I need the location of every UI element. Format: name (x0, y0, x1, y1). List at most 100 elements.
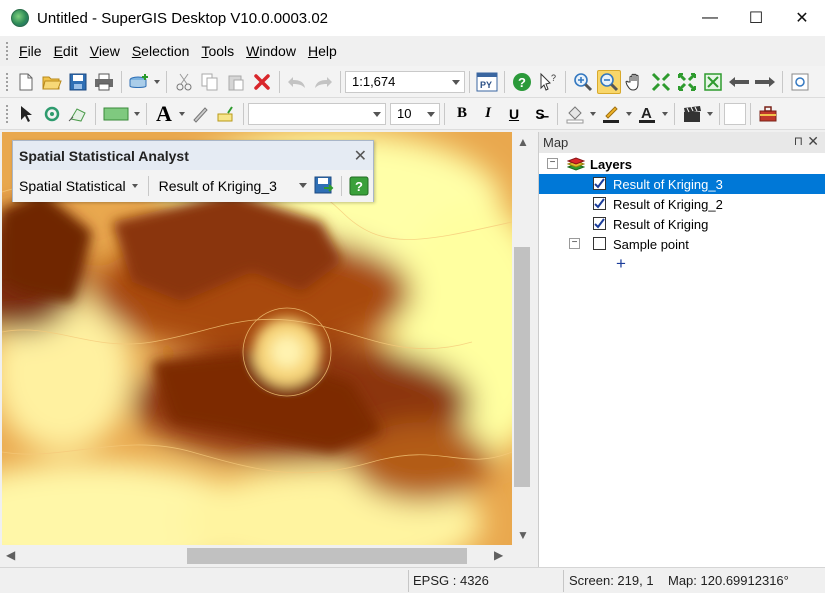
layer-checkbox[interactable] (593, 217, 606, 230)
line-color-dropdown-icon[interactable] (626, 111, 632, 116)
map-horizontal-scrollbar[interactable]: ◀ ▶ (2, 545, 512, 567)
svg-text:?: ? (551, 73, 556, 83)
font-name-combo[interactable] (248, 102, 386, 125)
copy-icon[interactable] (198, 70, 222, 94)
undo-icon[interactable] (285, 70, 309, 94)
help-icon[interactable]: ? (510, 70, 534, 94)
zoom-out-icon[interactable] (597, 69, 621, 94)
menu-edit[interactable]: Edit (48, 43, 84, 59)
horizontal-scroll-thumb[interactable] (187, 548, 467, 564)
rotate-icon[interactable] (40, 102, 64, 126)
fixed-zoom-in-icon[interactable] (649, 70, 673, 94)
clapperboard-dropdown-icon[interactable] (707, 111, 713, 116)
scroll-down-icon[interactable]: ▼ (517, 528, 529, 542)
open-folder-icon[interactable] (40, 70, 64, 94)
paste-icon[interactable] (224, 70, 248, 94)
layer-checkbox[interactable] (593, 177, 606, 190)
scroll-left-icon[interactable]: ◀ (6, 548, 15, 562)
map-panel-close-icon[interactable]: ✕ (807, 133, 819, 150)
back-extent-icon[interactable] (727, 70, 751, 94)
callout-text-icon[interactable] (214, 102, 238, 126)
map-vertical-scrollbar[interactable]: ▲ ▼ (512, 132, 532, 545)
whats-this-icon[interactable]: ? (536, 70, 560, 94)
menubar-grip[interactable] (5, 41, 9, 61)
close-button[interactable]: ✕ (779, 0, 825, 36)
python-icon[interactable]: PY (475, 70, 499, 94)
add-data-icon[interactable] (127, 70, 151, 94)
add-data-dropdown-icon[interactable] (154, 79, 160, 84)
minimize-button[interactable]: — (687, 0, 733, 36)
blank-combo[interactable] (724, 102, 746, 125)
menu-window[interactable]: Window (240, 43, 302, 59)
text-tool-icon[interactable]: A (152, 101, 176, 126)
scroll-right-icon[interactable]: ▶ (494, 548, 503, 562)
menu-help[interactable]: Help (302, 43, 343, 59)
analyst-save-icon[interactable] (312, 174, 336, 198)
layer-checkbox[interactable] (593, 197, 606, 210)
redo-icon[interactable] (311, 70, 335, 94)
font-size-combo[interactable]: 10 (390, 102, 440, 125)
forward-extent-icon[interactable] (753, 70, 777, 94)
map-panel-header: Map ⊓ ✕ (539, 132, 825, 153)
scroll-up-icon[interactable]: ▲ (517, 135, 529, 149)
italic-button[interactable]: I (476, 102, 500, 126)
analyst-close-icon[interactable]: ✕ (354, 146, 367, 166)
fixed-zoom-out-icon[interactable] (675, 70, 699, 94)
rectangle-shape-icon[interactable] (101, 102, 131, 126)
layer-row-sample-point[interactable]: − Sample point (539, 234, 825, 254)
python-label: PY (480, 80, 492, 90)
layer-label: Result of Kriging_2 (613, 197, 723, 212)
spatial-statistical-menu[interactable]: Spatial Statistical (19, 178, 144, 194)
font-color-dropdown-icon[interactable] (662, 111, 668, 116)
collapse-icon[interactable]: − (569, 238, 580, 249)
menu-tools[interactable]: Tools (195, 43, 240, 59)
chevron-down-icon (452, 79, 460, 85)
layer-checkbox[interactable] (593, 237, 606, 250)
select-by-graphics-icon[interactable] (66, 102, 90, 126)
analyst-help-icon[interactable]: ? (347, 174, 371, 198)
full-extent-icon[interactable] (701, 70, 725, 94)
magnifier-window-icon[interactable] (788, 70, 812, 94)
print-icon[interactable] (92, 70, 116, 94)
vertical-scroll-thumb[interactable] (514, 247, 530, 487)
layer-row-result-of-kriging[interactable]: Result of Kriging (539, 214, 825, 234)
collapse-icon[interactable]: − (547, 158, 558, 169)
zoom-in-icon[interactable] (571, 70, 595, 94)
window-title: Untitled - SuperGIS Desktop V10.0.0003.0… (37, 9, 329, 27)
chevron-down-icon (427, 111, 435, 117)
edit-vertices-icon[interactable] (188, 102, 212, 126)
select-arrow-icon[interactable] (14, 102, 38, 126)
strikethrough-button[interactable]: S̶ (528, 102, 552, 126)
maximize-button[interactable]: ☐ (733, 0, 779, 36)
text-dropdown-icon[interactable] (179, 111, 185, 116)
underline-button[interactable]: U (502, 102, 526, 126)
menu-selection[interactable]: Selection (126, 43, 196, 59)
cut-icon[interactable] (172, 70, 196, 94)
pin-icon[interactable]: ⊓ (794, 134, 803, 148)
bold-button[interactable]: B (450, 102, 474, 126)
tree-root-layers[interactable]: − Layers (539, 154, 825, 174)
chevron-down-icon (373, 111, 381, 117)
layer-row-result-of-kriging-2[interactable]: Result of Kriging_2 (539, 194, 825, 214)
fill-color-dropdown-icon[interactable] (590, 111, 596, 116)
toolbar-grip[interactable] (5, 103, 9, 124)
layer-row-result-of-kriging-3[interactable]: Result of Kriging_3 (539, 174, 825, 194)
font-color-icon[interactable]: A (635, 102, 659, 126)
save-icon[interactable] (66, 70, 90, 94)
line-color-icon[interactable] (599, 102, 623, 126)
map-scale-combo[interactable]: 1:1,674 (345, 70, 465, 93)
menu-view[interactable]: View (84, 43, 126, 59)
status-bar: EPSG : 4326 Screen: 219, 1 Map: 120.6991… (0, 567, 825, 593)
delete-icon[interactable] (250, 70, 274, 94)
new-file-icon[interactable] (14, 70, 38, 94)
clapperboard-icon[interactable] (680, 102, 704, 126)
analyst-layer-combo[interactable]: Result of Kriging_3 (153, 175, 311, 197)
analyst-title[interactable]: Spatial Statistical Analyst (13, 141, 373, 170)
pan-hand-icon[interactable] (623, 70, 647, 94)
toolbox-icon[interactable] (756, 102, 780, 126)
shape-dropdown-icon[interactable] (134, 111, 140, 116)
toolbar-grip[interactable] (5, 71, 9, 92)
fill-color-icon[interactable] (563, 102, 587, 126)
menu-file[interactable]: File (13, 43, 48, 59)
point-symbol-row: + (539, 254, 825, 274)
